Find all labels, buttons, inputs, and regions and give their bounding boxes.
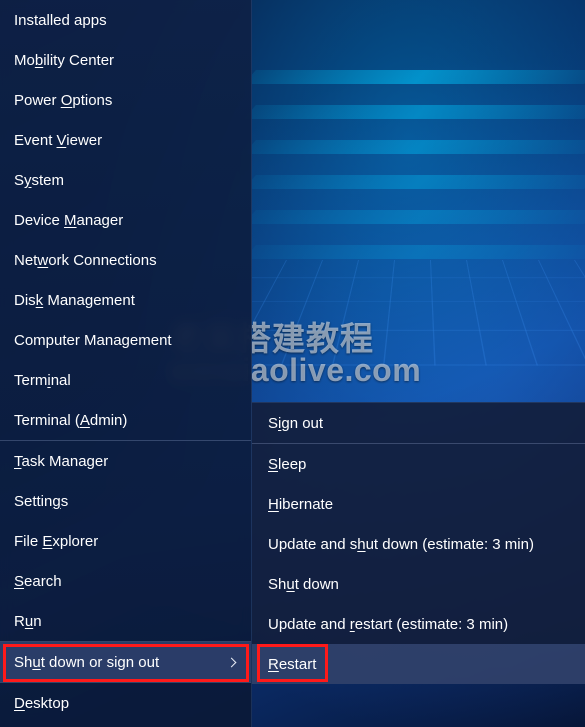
menu-item-power-options[interactable]: Power Options bbox=[0, 80, 251, 120]
submenu-item-restart[interactable]: Restart bbox=[252, 644, 585, 684]
menu-item-task-manager[interactable]: Task Manager bbox=[0, 441, 251, 481]
menu-item-terminal-admin[interactable]: Terminal (Admin) bbox=[0, 400, 251, 440]
menu-item-shut-down-or-sign-out[interactable]: Shut down or sign out bbox=[0, 642, 251, 682]
menu-item-label: Task Manager bbox=[14, 453, 108, 470]
menu-item-label: Restart bbox=[268, 656, 316, 673]
submenu-item-hibernate[interactable]: Hibernate bbox=[252, 484, 585, 524]
submenu-item-sign-out[interactable]: Sign out bbox=[252, 403, 585, 443]
menu-item-label: Hibernate bbox=[268, 496, 333, 513]
submenu-item-sleep[interactable]: Sleep bbox=[252, 444, 585, 484]
menu-item-label: Installed apps bbox=[14, 12, 107, 29]
menu-item-desktop[interactable]: Desktop bbox=[0, 683, 251, 723]
menu-item-run[interactable]: Run bbox=[0, 601, 251, 641]
menu-item-label: Terminal (Admin) bbox=[14, 412, 127, 429]
winx-main-menu: Installed apps Mobility Center Power Optio… bbox=[0, 0, 252, 727]
menu-item-mobility-center[interactable]: Mobility Center bbox=[0, 40, 251, 80]
menu-item-label: Terminal bbox=[14, 372, 71, 389]
menu-item-label: Sleep bbox=[268, 456, 306, 473]
menu-item-device-manager[interactable]: Device Manager bbox=[0, 200, 251, 240]
menu-item-search[interactable]: Search bbox=[0, 561, 251, 601]
menu-item-label: Settings bbox=[14, 493, 68, 510]
submenu-item-update-and-shut-down-estimate-3-min[interactable]: Update and shut down (estimate: 3 min) bbox=[252, 524, 585, 564]
menu-item-label: Shut down or sign out bbox=[14, 654, 159, 671]
menu-item-label: Event Viewer bbox=[14, 132, 102, 149]
menu-item-label: File Explorer bbox=[14, 533, 98, 550]
menu-item-label: Run bbox=[14, 613, 42, 630]
menu-item-settings[interactable]: Settings bbox=[0, 481, 251, 521]
menu-item-terminal[interactable]: Terminal bbox=[0, 360, 251, 400]
menu-item-label: Computer Management bbox=[14, 332, 172, 349]
submenu-item-shut-down[interactable]: Shut down bbox=[252, 564, 585, 604]
menu-item-label: System bbox=[14, 172, 64, 189]
chevron-right-icon bbox=[227, 658, 237, 668]
menu-item-label: Device Manager bbox=[14, 212, 123, 229]
menu-item-label: Search bbox=[14, 573, 62, 590]
menu-item-label: Update and shut down (estimate: 3 min) bbox=[268, 536, 534, 553]
menu-item-installed-apps[interactable]: Installed apps bbox=[0, 0, 251, 40]
submenu-item-update-and-restart-estimate-3-min[interactable]: Update and restart (estimate: 3 min) bbox=[252, 604, 585, 644]
menu-item-label: Network Connections bbox=[14, 252, 157, 269]
winx-menu-screenshot: 老吴搭建教程 weixiaolive.com Installed appsMob… bbox=[0, 0, 585, 727]
menu-item-computer-management[interactable]: Computer Management bbox=[0, 320, 251, 360]
menu-item-label: Disk Management bbox=[14, 292, 135, 309]
menu-item-label: Update and restart (estimate: 3 min) bbox=[268, 616, 508, 633]
menu-item-file-explorer[interactable]: File Explorer bbox=[0, 521, 251, 561]
menu-item-label: Mobility Center bbox=[14, 52, 114, 69]
menu-item-label: Desktop bbox=[14, 695, 69, 712]
menu-item-system[interactable]: System bbox=[0, 160, 251, 200]
menu-item-label: Power Options bbox=[14, 92, 112, 109]
menu-item-label: Shut down bbox=[268, 576, 339, 593]
menu-item-label: Sign out bbox=[268, 415, 323, 432]
winx-power-submenu: Sign out Sleep Hibernate Update and shut do… bbox=[252, 402, 585, 684]
menu-item-event-viewer[interactable]: Event Viewer bbox=[0, 120, 251, 160]
menu-item-disk-management[interactable]: Disk Management bbox=[0, 280, 251, 320]
menu-item-network-connections[interactable]: Network Connections bbox=[0, 240, 251, 280]
